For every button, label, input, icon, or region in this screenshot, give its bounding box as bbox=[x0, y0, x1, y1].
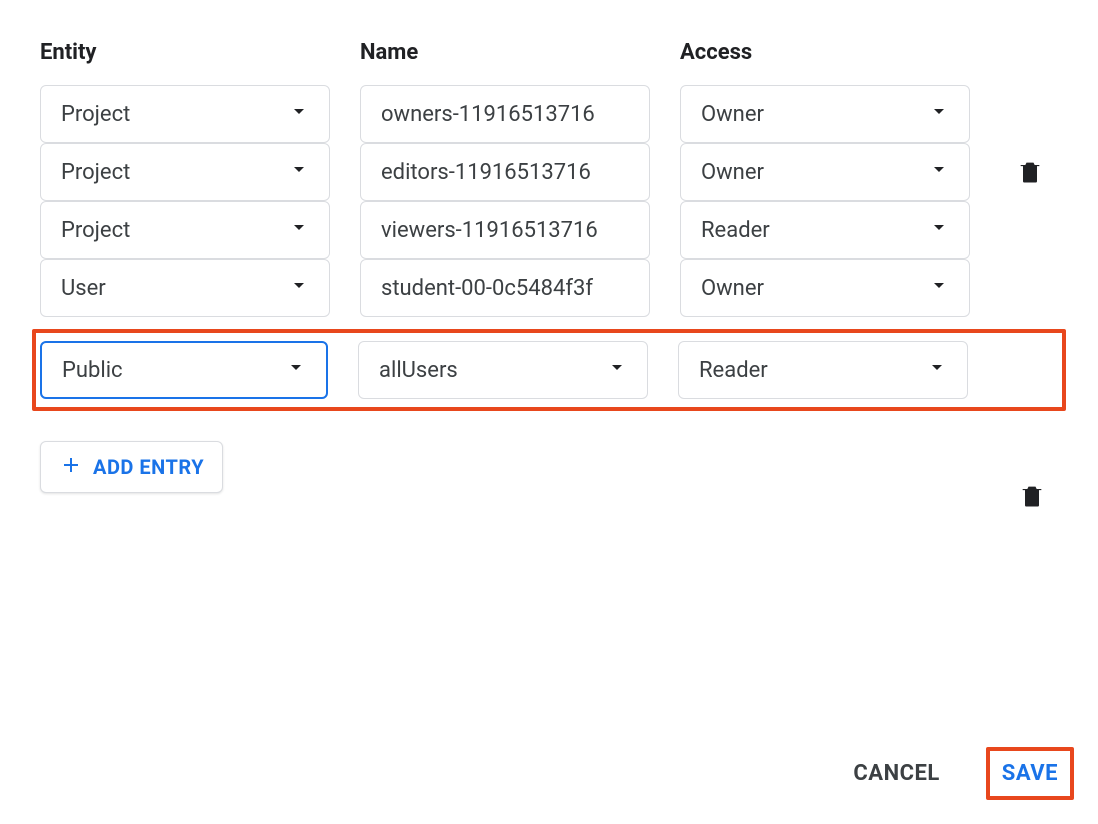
chevron-down-icon bbox=[927, 99, 951, 129]
entity-value: Project bbox=[61, 218, 277, 243]
name-dropdown[interactable]: allUsers bbox=[358, 341, 648, 399]
name-input[interactable]: owners-11916513716 bbox=[360, 85, 650, 143]
chevron-down-icon bbox=[287, 157, 311, 187]
access-dropdown[interactable]: Reader bbox=[678, 341, 968, 399]
dialog-actions: CANCEL SAVE bbox=[847, 747, 1074, 800]
header-entity: Entity bbox=[40, 40, 330, 65]
access-dropdown[interactable]: Owner bbox=[680, 143, 970, 201]
table-row: Project editors-11916513716 Owner bbox=[40, 143, 1058, 201]
entity-dropdown[interactable]: Project bbox=[40, 85, 330, 143]
name-input[interactable]: editors-11916513716 bbox=[360, 143, 650, 201]
name-value: editors-11916513716 bbox=[381, 160, 629, 185]
chevron-down-icon bbox=[287, 273, 311, 303]
access-value: Owner bbox=[701, 276, 917, 301]
access-dropdown[interactable]: Owner bbox=[680, 85, 970, 143]
chevron-down-icon bbox=[925, 355, 949, 385]
access-value: Owner bbox=[701, 160, 917, 185]
save-button[interactable]: SAVE bbox=[1000, 757, 1060, 790]
add-entry-button[interactable]: ADD ENTRY bbox=[40, 441, 223, 493]
delete-entry-button[interactable] bbox=[1000, 143, 1060, 201]
name-value: student-00-0c5484f3f bbox=[381, 276, 629, 301]
table-header-row: Entity Name Access bbox=[40, 40, 1058, 65]
chevron-down-icon bbox=[287, 99, 311, 129]
entity-dropdown[interactable]: Project bbox=[40, 201, 330, 259]
entity-dropdown[interactable]: User bbox=[40, 259, 330, 317]
entity-value: Public bbox=[62, 358, 274, 383]
entity-value: Project bbox=[61, 160, 277, 185]
access-value: Reader bbox=[699, 358, 915, 383]
access-value: Owner bbox=[701, 102, 917, 127]
chevron-down-icon bbox=[927, 157, 951, 187]
name-value: owners-11916513716 bbox=[381, 102, 629, 127]
table-row: Project owners-11916513716 Owner bbox=[40, 85, 1058, 143]
save-highlight: SAVE bbox=[986, 747, 1074, 800]
plus-icon bbox=[59, 453, 83, 481]
chevron-down-icon bbox=[287, 215, 311, 245]
entity-value: Project bbox=[61, 102, 277, 127]
chevron-down-icon bbox=[284, 355, 308, 385]
cancel-button[interactable]: CANCEL bbox=[847, 751, 945, 796]
highlighted-entry: Public allUsers Reader bbox=[32, 329, 1066, 411]
permissions-table: Entity Name Access Project owners-1191651… bbox=[40, 40, 1058, 493]
delete-entry-button[interactable] bbox=[1018, 482, 1046, 514]
chevron-down-icon bbox=[927, 215, 951, 245]
table-row: Project viewers-11916513716 Reader bbox=[40, 201, 1058, 259]
table-row: User student-00-0c5484f3f Owner bbox=[40, 259, 1058, 317]
entity-value: User bbox=[61, 276, 277, 301]
add-entry-label: ADD ENTRY bbox=[93, 455, 204, 479]
access-dropdown[interactable]: Owner bbox=[680, 259, 970, 317]
header-access: Access bbox=[680, 40, 970, 65]
name-value: viewers-11916513716 bbox=[381, 218, 629, 243]
access-dropdown[interactable]: Reader bbox=[680, 201, 970, 259]
header-name: Name bbox=[360, 40, 650, 65]
name-input[interactable]: viewers-11916513716 bbox=[360, 201, 650, 259]
chevron-down-icon bbox=[605, 355, 629, 385]
entity-dropdown[interactable]: Public bbox=[40, 341, 328, 399]
name-input[interactable]: student-00-0c5484f3f bbox=[360, 259, 650, 317]
name-value: allUsers bbox=[379, 358, 595, 383]
access-value: Reader bbox=[701, 218, 917, 243]
chevron-down-icon bbox=[927, 273, 951, 303]
entity-dropdown[interactable]: Project bbox=[40, 143, 330, 201]
